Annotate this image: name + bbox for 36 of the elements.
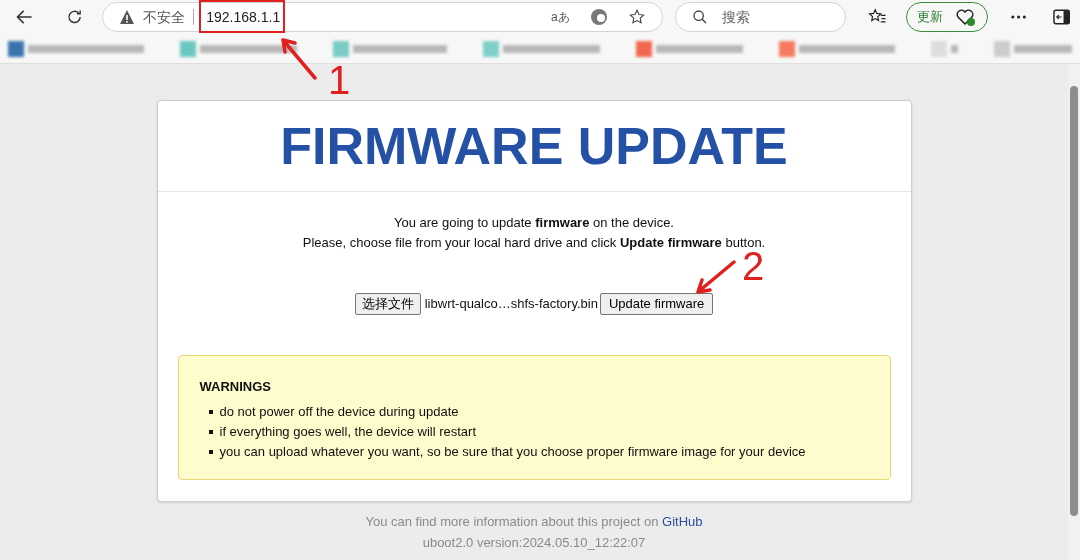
annotation-arrow <box>694 260 736 296</box>
star-icon[interactable] <box>627 8 646 26</box>
warning-text: you can upload whatever you want, so be sure that you choose proper firmware image for your device <box>219 443 806 461</box>
file-name: libwrt-qualco…shfs-factory.bin <box>424 296 598 312</box>
search-icon <box>691 9 708 25</box>
search-field[interactable]: 搜索 <box>674 2 847 32</box>
warning-text: if everything goes well, the device will restart <box>219 423 476 441</box>
update-firmware-button[interactable]: Update firmware <box>599 293 714 315</box>
blurred-bookmark[interactable] <box>778 40 896 57</box>
scrollbar[interactable] <box>1068 64 1080 560</box>
warnings-heading: WARNINGS <box>199 378 272 396</box>
annotation-number: 2 <box>742 252 765 280</box>
warning-icon <box>119 9 136 25</box>
address-bar[interactable]: 不安全 192.168.1.1 aあ <box>102 2 663 32</box>
security-label: 不安全 <box>143 7 186 27</box>
more-icon[interactable] <box>1009 14 1027 20</box>
blurred-bookmark[interactable] <box>635 40 743 57</box>
bullet-icon <box>208 450 213 454</box>
intro-text: You are going to update firmware on the device. <box>394 214 674 232</box>
url-text: 192.168.1.1 <box>206 9 281 25</box>
github-link[interactable]: GitHub <box>662 514 703 529</box>
warning-text: do not power off the device during update <box>219 403 459 421</box>
intro-text: Please, choose file from your local hard drive and click Update firmware button. <box>302 234 766 252</box>
read-aloud-button[interactable]: aあ <box>550 8 570 26</box>
footer-text: You can find more information about this project on GitHub <box>365 513 703 531</box>
page-title: FIRMWARE UPDATE <box>157 101 911 192</box>
version-text: uboot2.0 version:2024.05.10_12:22:07 <box>422 534 646 552</box>
bullet-icon <box>208 410 213 414</box>
choose-file-button[interactable]: 选择文件 <box>354 293 421 315</box>
annotation-arrow <box>279 36 317 80</box>
blurred-bookmark[interactable] <box>8 40 144 57</box>
annotation-number: 1 <box>328 64 351 96</box>
sidebar-icon[interactable] <box>1052 9 1070 25</box>
blurred-bookmark[interactable] <box>180 40 297 57</box>
heart-icon <box>954 7 977 27</box>
bullet-icon <box>208 430 213 434</box>
